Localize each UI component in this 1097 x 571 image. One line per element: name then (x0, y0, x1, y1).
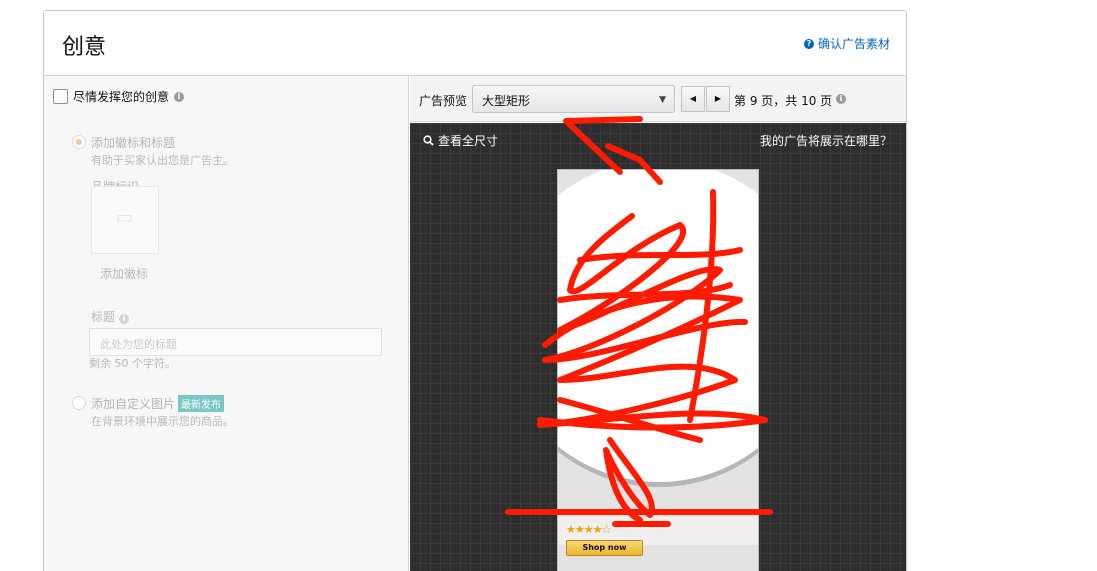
new-badge: 最新发布 (178, 395, 225, 412)
logo-headline-description: 有助于买家认出您是广告主。 (91, 154, 234, 167)
info-icon: i (118, 314, 129, 324)
info-icon[interactable]: i (174, 91, 185, 102)
prev-page-button[interactable]: ◀ (681, 86, 705, 112)
where-shown-link[interactable]: 我的广告将展示在哪里？ (760, 132, 892, 149)
search-icon (423, 135, 434, 146)
page-title: 创意 (62, 35, 107, 60)
info-icon[interactable]: i (836, 94, 846, 104)
custom-image-radio[interactable] (72, 396, 86, 410)
ad-background (558, 170, 758, 482)
headline-label: 标题 (91, 310, 116, 324)
custom-image-label: 添加自定义图片 (91, 397, 176, 411)
chars-remaining: 剩余 50 个字符。 (89, 357, 176, 370)
view-full-size-link[interactable]: 查看全尺寸 (423, 132, 498, 149)
preview-toolbar: 广告预览 大型矩形 ▼ ◀ ▶ 第 9 页，共 10 页 i (410, 76, 906, 122)
logo-upload-box[interactable]: ▭ (91, 186, 159, 254)
creative-options: 尽情发挥您的创意 i 添加徽标和标题 有助于买家认出您是广告主。 品牌标识 ▭ … (44, 76, 409, 571)
headline-label-row: 标题 i (91, 308, 129, 325)
add-logo-link[interactable]: 添加徽标 (100, 265, 148, 282)
creative-panel: 创意 ? 确认广告素材 尽情发挥您的创意 i 添加徽标和标题 有助于买家认出您是… (43, 10, 907, 571)
ad-size-value: 大型矩形 (482, 94, 531, 108)
page-indicator: 第 9 页，共 10 页 (734, 94, 833, 108)
view-full-size-label: 查看全尺寸 (438, 134, 499, 148)
chevron-down-icon: ▼ (659, 95, 666, 105)
image-placeholder-icon: ▭ (116, 207, 134, 228)
confirm-assets-label: 确认广告素材 (817, 37, 890, 51)
freeform-row: 尽情发挥您的创意 i (53, 88, 185, 105)
next-page-button[interactable]: ▶ (706, 86, 730, 112)
logo-headline-radio[interactable] (72, 135, 86, 149)
ad-preview-area: 广告预览 大型矩形 ▼ ◀ ▶ 第 9 页，共 10 页 i 查看全尺寸 我的广… (410, 76, 906, 571)
headline-input[interactable]: 此处为您的标题 (89, 328, 382, 356)
ad-size-select[interactable]: 大型矩形 ▼ (472, 85, 675, 113)
shop-now-button[interactable]: Shop now (566, 540, 643, 556)
rating-stars: ★★★★☆ (566, 523, 611, 536)
ad-preview: ★★★★☆ Shop now (557, 169, 759, 571)
custom-image-description: 在背景环境中展示您的商品。 (91, 415, 234, 428)
confirm-assets-link[interactable]: ? 确认广告素材 (803, 35, 890, 52)
freeform-label: 尽情发挥您的创意 (73, 90, 170, 104)
freeform-checkbox[interactable] (53, 89, 68, 104)
help-icon: ? (803, 38, 814, 49)
logo-headline-label: 添加徽标和标题 (91, 136, 176, 150)
preview-stage: 查看全尺寸 我的广告将展示在哪里？ ★★★★☆ Shop now (410, 123, 906, 571)
panel-header: 创意 ? 确认广告素材 (44, 11, 906, 76)
preview-label: 广告预览 (419, 94, 468, 108)
custom-image-row: 添加自定义图片 最新发布 (91, 395, 225, 412)
